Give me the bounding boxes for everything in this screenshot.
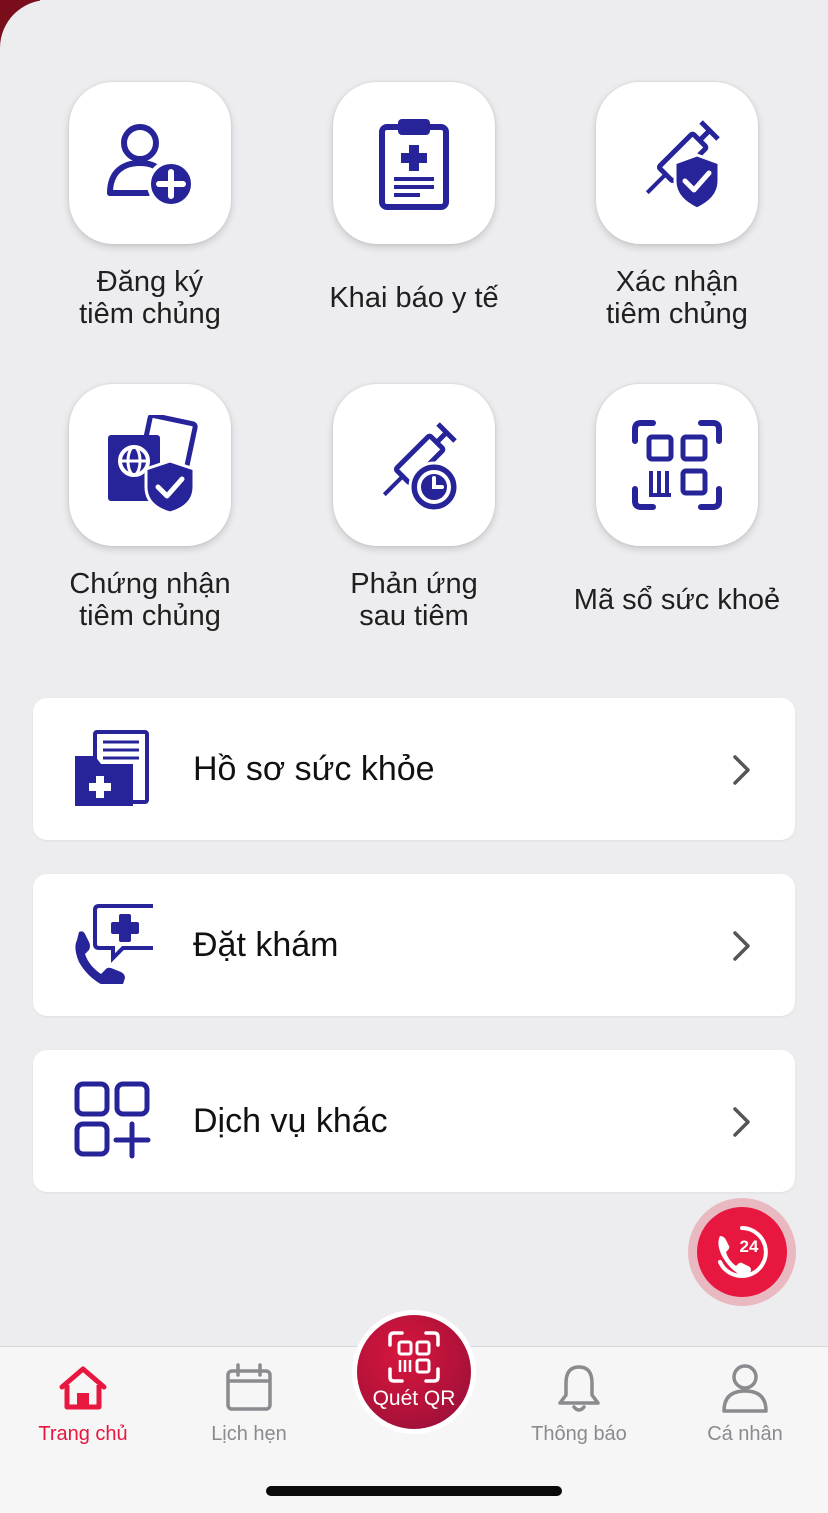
- tile-label: Phản ứng sau tiêm: [350, 568, 478, 632]
- grid-item-vaccination-certificate[interactable]: Chứng nhận tiêm chủng: [25, 384, 275, 632]
- scan-qr-button-inner[interactable]: Quét QR: [357, 1315, 471, 1429]
- scan-qr-button[interactable]: Quét QR: [352, 1310, 476, 1434]
- grid-item-register-vaccination[interactable]: Đăng ký tiêm chủng: [25, 82, 275, 330]
- menu-card-label: Hồ sơ sức khỏe: [193, 750, 435, 788]
- menu-card-label: Dịch vụ khác: [193, 1102, 388, 1140]
- menu-card-label: Đặt khám: [193, 926, 339, 964]
- tab-label: Thông báo: [531, 1423, 627, 1445]
- tab-label: Cá nhân: [707, 1423, 783, 1445]
- grid-add-icon: [74, 1081, 151, 1159]
- user-add-icon: [107, 124, 195, 208]
- grid-item-post-vaccination-reaction[interactable]: Phản ứng sau tiêm: [289, 384, 539, 632]
- phone-medical-chat-icon: [75, 904, 153, 984]
- tile-label: Chứng nhận tiêm chủng: [69, 568, 231, 632]
- tile[interactable]: [69, 384, 231, 546]
- tab-appointments[interactable]: Lịch hẹn: [179, 1361, 319, 1446]
- syringe-clock-icon: [382, 422, 460, 513]
- hotline-24-button[interactable]: 24: [688, 1198, 796, 1306]
- chevron-right-icon: [733, 755, 750, 785]
- hotline-number: 24: [740, 1237, 759, 1256]
- tile[interactable]: [333, 82, 495, 244]
- menu-card-health-records[interactable]: Hồ sơ sức khỏe: [33, 698, 795, 840]
- tile[interactable]: [333, 384, 495, 546]
- home-indicator: [266, 1486, 562, 1496]
- home-icon: [59, 1366, 107, 1410]
- chevron-right-icon: [733, 1107, 750, 1137]
- tile-label: Đăng ký tiêm chủng: [79, 266, 221, 330]
- menu-card-other-services[interactable]: Dịch vụ khác: [33, 1050, 795, 1192]
- calendar-icon: [226, 1363, 272, 1411]
- syringe-shield-icon: [645, 120, 721, 211]
- passport-shield-icon: [108, 415, 198, 515]
- grid-item-health-declaration[interactable]: Khai báo y tế: [289, 82, 539, 330]
- tile[interactable]: [69, 82, 231, 244]
- qr-code-icon: [632, 420, 722, 510]
- hotline-24-icon: 24: [718, 1226, 768, 1278]
- tab-notifications[interactable]: Thông báo: [509, 1361, 649, 1446]
- tab-label: Lịch hẹn: [211, 1423, 287, 1445]
- qr-scan-icon: [388, 1331, 440, 1383]
- menu-card-book-appointment[interactable]: Đặt khám: [33, 874, 795, 1016]
- tile-label: Xác nhận tiêm chủng: [606, 266, 748, 330]
- tile[interactable]: [596, 82, 758, 244]
- tab-profile[interactable]: Cá nhân: [675, 1361, 815, 1446]
- clipboard-medical-icon: [379, 119, 449, 210]
- tile[interactable]: [596, 384, 758, 546]
- grid-item-health-book-code[interactable]: Mã sổ sức khoẻ: [552, 384, 802, 632]
- tab-label: Trang chủ: [38, 1423, 128, 1445]
- hotline-button-inner[interactable]: 24: [697, 1207, 787, 1297]
- tile-label: Mã sổ sức khoẻ: [573, 584, 781, 616]
- tile-label: Khai báo y tế: [329, 282, 499, 314]
- person-icon: [722, 1364, 768, 1413]
- medical-folder-icon: [75, 730, 149, 806]
- grid-item-confirm-vaccination[interactable]: Xác nhận tiêm chủng: [552, 82, 802, 330]
- bell-icon: [558, 1365, 600, 1412]
- scan-qr-label: Quét QR: [372, 1387, 456, 1410]
- chevron-right-icon: [733, 931, 750, 961]
- content-top-mask: [0, 0, 828, 60]
- tab-home[interactable]: Trang chủ: [13, 1361, 153, 1446]
